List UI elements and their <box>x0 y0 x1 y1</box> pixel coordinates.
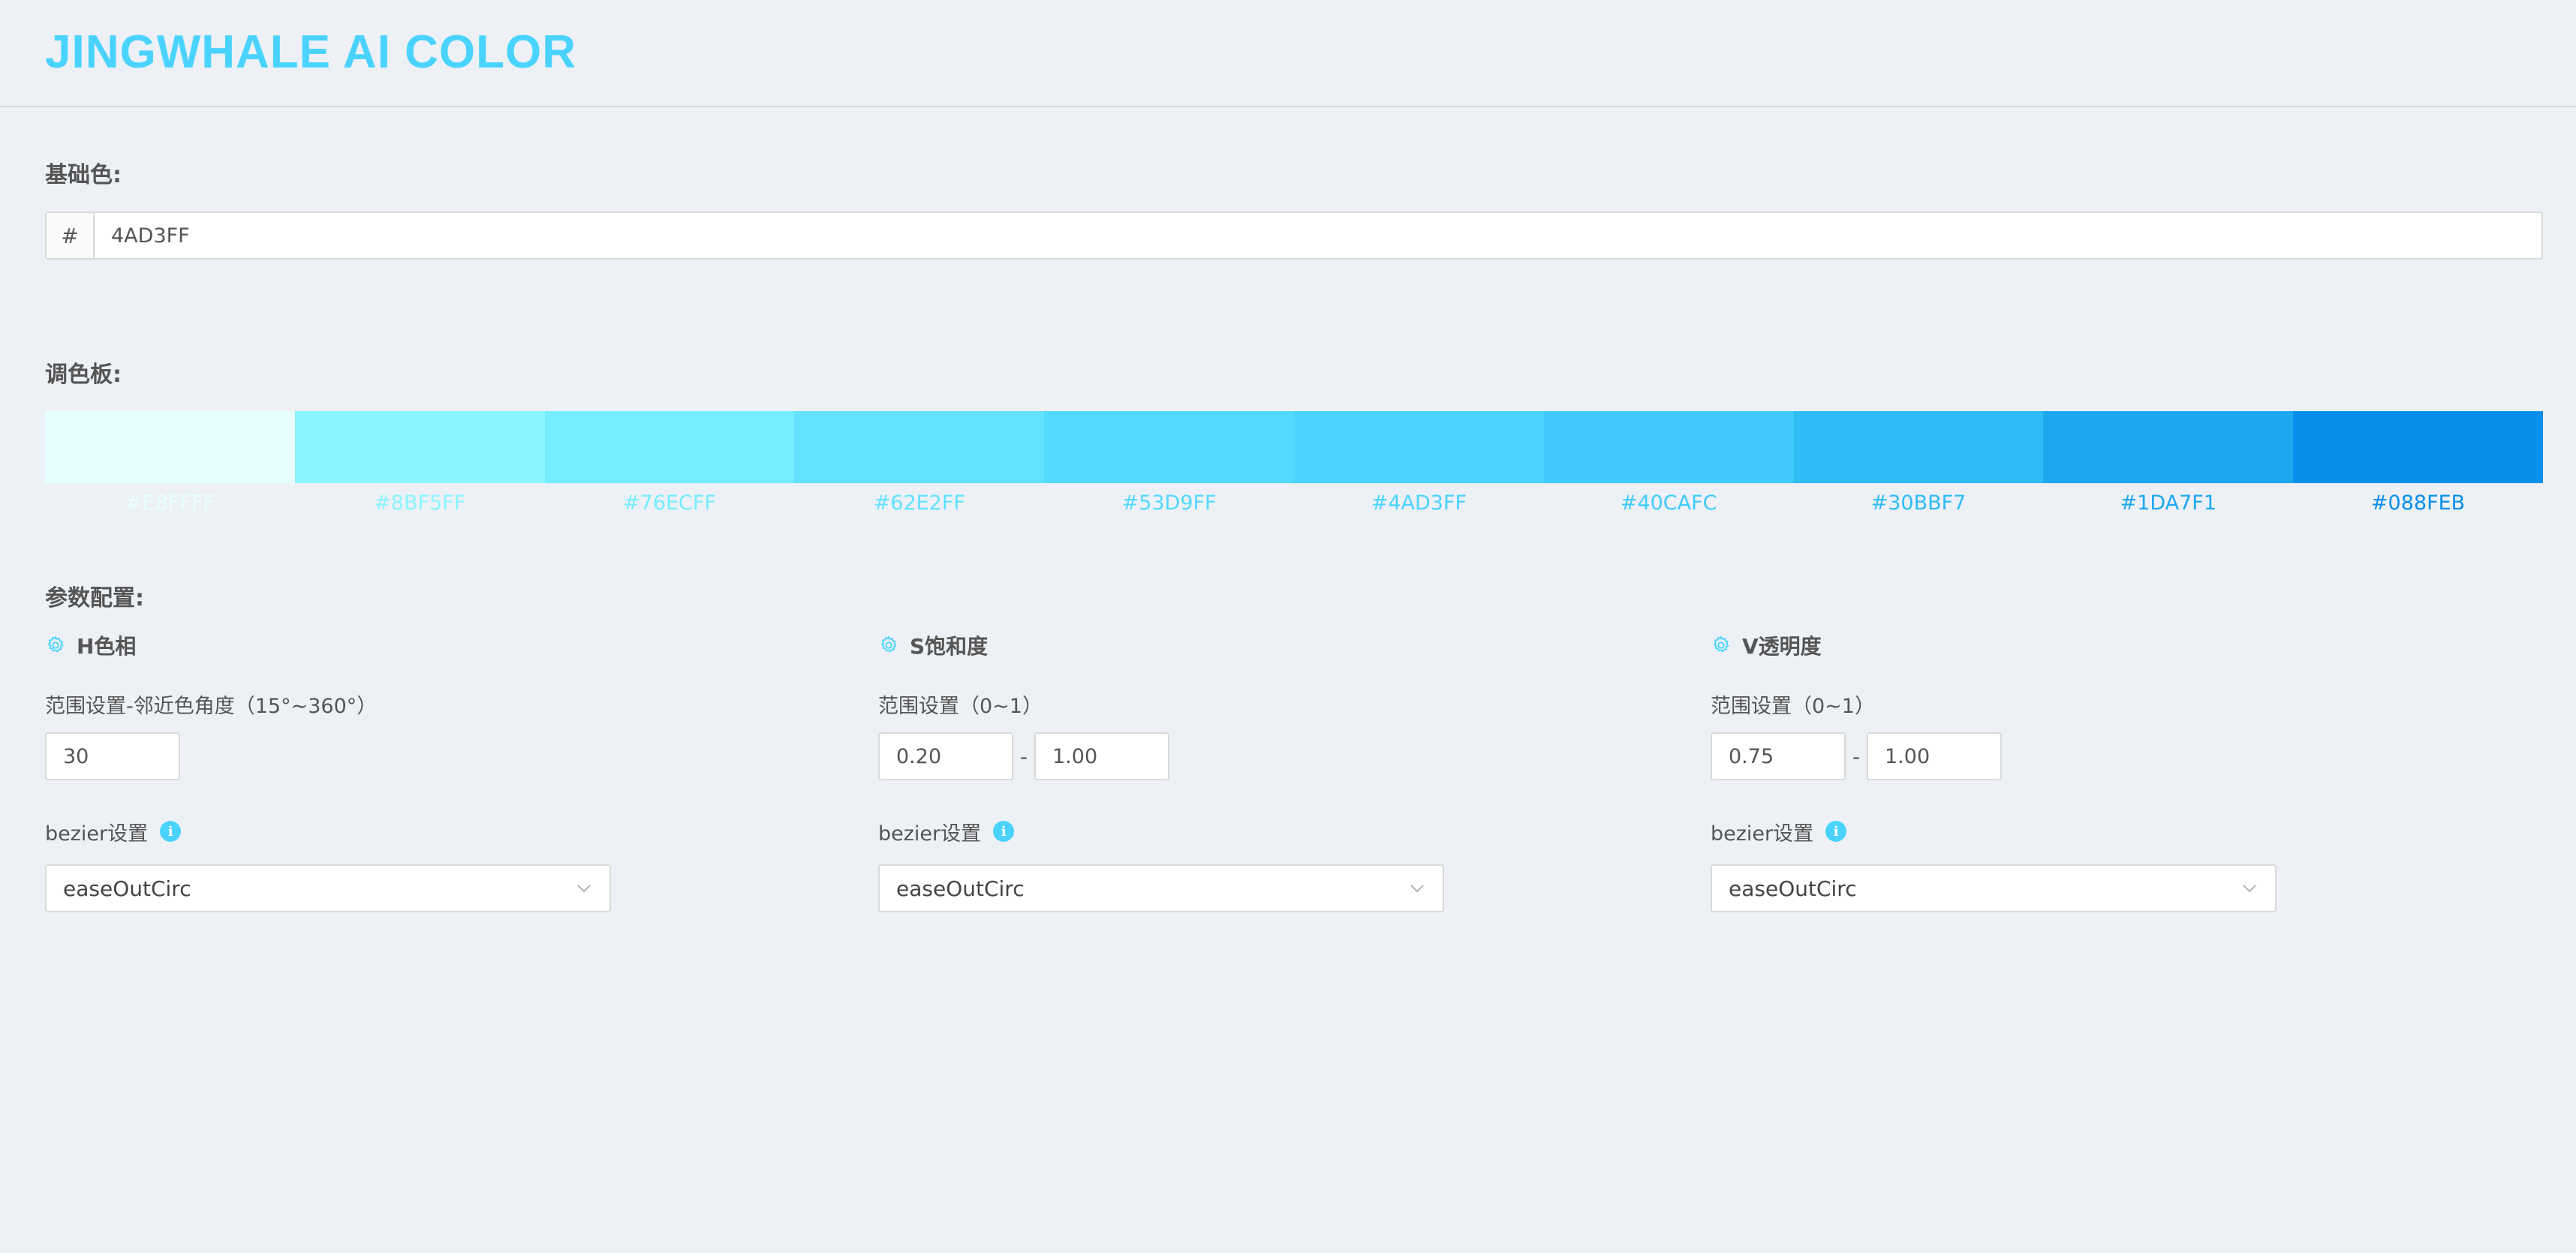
swatch-hex-label: #53D9FF <box>1121 491 1217 515</box>
swatch-hex-label: #40CAFC <box>1620 491 1717 515</box>
swatch-color <box>2043 411 2294 483</box>
hue-bezier-label: bezier设置 <box>45 822 149 846</box>
hue-header: H色相 <box>45 630 615 660</box>
app-logo: JINGWHALE AI COLOR <box>45 26 577 78</box>
chevron-down-icon <box>2243 885 2256 893</box>
base-color-input[interactable] <box>95 213 2541 258</box>
app-header: JINGWHALE AI COLOR <box>0 0 2576 107</box>
swatch-color <box>794 411 1045 483</box>
hue-config: H色相 范围设置-邻近色角度（15°~360°） bezier设置 i ease… <box>45 630 615 912</box>
palette-swatch[interactable]: #4AD3FF <box>1293 411 1544 516</box>
palette-swatch[interactable]: #53D9FF <box>1044 411 1294 516</box>
value-bezier-value: easeOutCirc <box>1729 876 1857 901</box>
palette-swatch[interactable]: #E8FFFF <box>45 411 295 516</box>
value-range-label: 范围设置（0~1） <box>1711 695 1875 718</box>
palette-swatch[interactable]: #40CAFC <box>1543 411 1794 516</box>
saturation-bezier-label: bezier设置 <box>878 822 982 846</box>
hue-bezier-value: easeOutCirc <box>63 876 191 901</box>
saturation-range-label: 范围设置（0~1） <box>878 695 1043 718</box>
swatch-hex-label: #8BF5FF <box>374 491 466 515</box>
value-bezier-label: bezier设置 <box>1711 822 1814 846</box>
saturation-max-input[interactable] <box>1034 732 1169 780</box>
swatch-color <box>544 411 795 483</box>
value-config: V透明度 范围设置（0~1） - bezier设置 i easeOutCirc <box>1711 630 2281 912</box>
palette-swatch[interactable]: #1DA7F1 <box>2043 411 2294 516</box>
gear-icon <box>1713 636 1729 653</box>
swatch-hex-label: #4AD3FF <box>1371 491 1467 515</box>
value-bezier-row: bezier设置 i <box>1711 816 2281 846</box>
hue-angle-input[interactable] <box>45 732 180 780</box>
swatch-color <box>1793 411 2044 483</box>
swatch-color <box>294 411 545 483</box>
palette-swatch[interactable]: #76ECFF <box>544 411 795 516</box>
chevron-down-icon <box>577 885 591 893</box>
swatch-color <box>2293 411 2543 483</box>
hue-title: H色相 <box>77 634 137 659</box>
saturation-bezier-row: bezier设置 i <box>878 816 1449 846</box>
swatch-hex-label: #E8FFFF <box>125 491 215 515</box>
params-label: 参数配置: <box>45 585 144 611</box>
palette-swatch[interactable]: #30BBF7 <box>1793 411 2044 516</box>
palette-swatch[interactable]: #62E2FF <box>794 411 1045 516</box>
base-color-field[interactable]: # <box>45 212 2543 260</box>
saturation-bezier-value: easeOutCirc <box>896 876 1025 901</box>
saturation-header: S饱和度 <box>878 630 1449 660</box>
saturation-config: S饱和度 范围设置（0~1） - bezier设置 i easeOutCirc <box>878 630 1449 912</box>
range-separator: - <box>1019 744 1028 769</box>
info-icon[interactable]: i <box>1825 821 1847 842</box>
swatch-color <box>45 411 295 483</box>
chevron-down-icon <box>1410 885 1424 893</box>
value-range-row: - <box>1711 732 2281 780</box>
palette-swatch[interactable]: #088FEB <box>2293 411 2543 516</box>
swatch-hex-label: #30BBF7 <box>1870 491 1967 515</box>
value-header: V透明度 <box>1711 630 2281 660</box>
hue-range-row <box>45 732 615 780</box>
palette-strip: #E8FFFF #8BF5FF #76ECFF #62E2FF #53D9FF … <box>45 411 2543 516</box>
swatch-hex-label: #62E2FF <box>873 491 965 515</box>
gear-icon <box>47 636 64 653</box>
palette-label: 调色板: <box>45 362 122 388</box>
swatch-color <box>1543 411 1794 483</box>
info-icon[interactable]: i <box>993 821 1015 842</box>
saturation-min-input[interactable] <box>878 732 1013 780</box>
info-icon[interactable]: i <box>160 821 182 842</box>
swatch-color <box>1293 411 1544 483</box>
saturation-title: S饱和度 <box>910 634 989 659</box>
swatch-hex-label: #088FEB <box>2370 491 2466 515</box>
swatch-hex-label: #76ECFF <box>623 491 716 515</box>
swatch-hex-label: #1DA7F1 <box>2120 491 2217 515</box>
saturation-bezier-select[interactable]: easeOutCirc <box>878 864 1444 912</box>
value-bezier-select[interactable]: easeOutCirc <box>1711 864 2277 912</box>
value-min-input[interactable] <box>1711 732 1846 780</box>
range-separator: - <box>1852 744 1861 769</box>
hue-bezier-select[interactable]: easeOutCirc <box>45 864 611 912</box>
palette-swatch[interactable]: #8BF5FF <box>294 411 545 516</box>
base-color-label: 基础色: <box>45 162 122 188</box>
hue-range-label: 范围设置-邻近色角度（15°~360°） <box>45 695 378 718</box>
hash-prefix: # <box>47 213 95 258</box>
gear-icon <box>880 636 897 653</box>
saturation-range-row: - <box>878 732 1449 780</box>
value-max-input[interactable] <box>1867 732 2002 780</box>
hue-bezier-row: bezier设置 i <box>45 816 615 846</box>
value-title: V透明度 <box>1742 634 1822 659</box>
swatch-color <box>1044 411 1294 483</box>
